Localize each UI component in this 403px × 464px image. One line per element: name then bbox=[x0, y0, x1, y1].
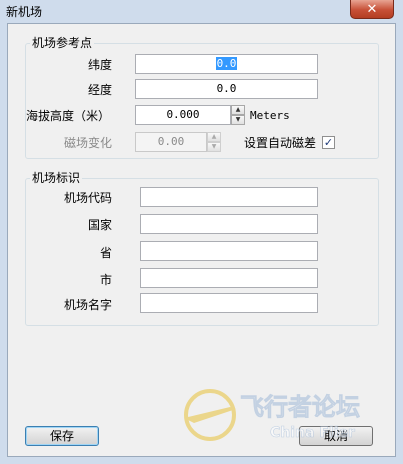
latitude-value: 0.0 bbox=[215, 57, 238, 70]
group-title: 机场参考点 bbox=[30, 36, 95, 50]
plane-icon bbox=[184, 407, 236, 423]
group-title: 机场标识 bbox=[30, 171, 83, 185]
magvar-spinner: ▲ ▼ bbox=[207, 132, 221, 152]
watermark-logo: 飞行者论坛 China Flier bbox=[184, 389, 360, 441]
province-input[interactable] bbox=[140, 241, 318, 261]
check-icon: ✓ bbox=[323, 136, 334, 149]
watermark-text: 飞行者论坛 bbox=[240, 393, 360, 421]
auto-magvar-checkbox[interactable]: ✓ bbox=[322, 136, 335, 149]
close-icon: ✕ bbox=[366, 1, 378, 17]
latitude-label: 纬度 bbox=[87, 58, 112, 72]
airport-code-input[interactable] bbox=[140, 187, 318, 207]
airport-code-label: 机场代码 bbox=[63, 191, 112, 205]
watermark-subtext: China Flier bbox=[270, 425, 355, 441]
spin-down-icon[interactable]: ▼ bbox=[231, 115, 245, 125]
window-title: 新机场 bbox=[6, 5, 43, 19]
close-button[interactable]: ✕ bbox=[350, 0, 394, 19]
altitude-value: 0.000 bbox=[166, 108, 200, 121]
country-label: 国家 bbox=[87, 218, 112, 232]
magvar-input: 0.00 bbox=[135, 132, 207, 152]
longitude-input[interactable]: 0.0 bbox=[135, 79, 318, 99]
magvar-value: 0.00 bbox=[157, 135, 185, 148]
altitude-label: 海拔高度（米） bbox=[26, 109, 111, 123]
province-label: 省 bbox=[99, 246, 112, 260]
longitude-value: 0.0 bbox=[216, 82, 237, 95]
airport-name-label: 机场名字 bbox=[63, 298, 112, 312]
save-button[interactable]: 保存 bbox=[25, 426, 99, 446]
latitude-input[interactable]: 0.0 bbox=[135, 54, 318, 74]
magvar-label: 磁场变化 bbox=[63, 136, 112, 150]
auto-magvar-label: 设置自动磁差 bbox=[244, 136, 317, 150]
spin-up-icon: ▲ bbox=[207, 132, 221, 142]
altitude-input[interactable]: 0.000 bbox=[135, 105, 231, 125]
longitude-label: 经度 bbox=[87, 83, 112, 97]
titlebar: 新机场 ✕ bbox=[0, 0, 403, 22]
altitude-unit: Meters bbox=[250, 109, 290, 122]
altitude-spinner[interactable]: ▲ ▼ bbox=[231, 105, 245, 125]
airport-name-input[interactable] bbox=[140, 293, 318, 313]
city-label: 市 bbox=[99, 273, 112, 287]
spin-up-icon[interactable]: ▲ bbox=[231, 105, 245, 115]
spin-down-icon: ▼ bbox=[207, 142, 221, 152]
city-input[interactable] bbox=[140, 268, 318, 288]
country-input[interactable] bbox=[140, 214, 318, 234]
